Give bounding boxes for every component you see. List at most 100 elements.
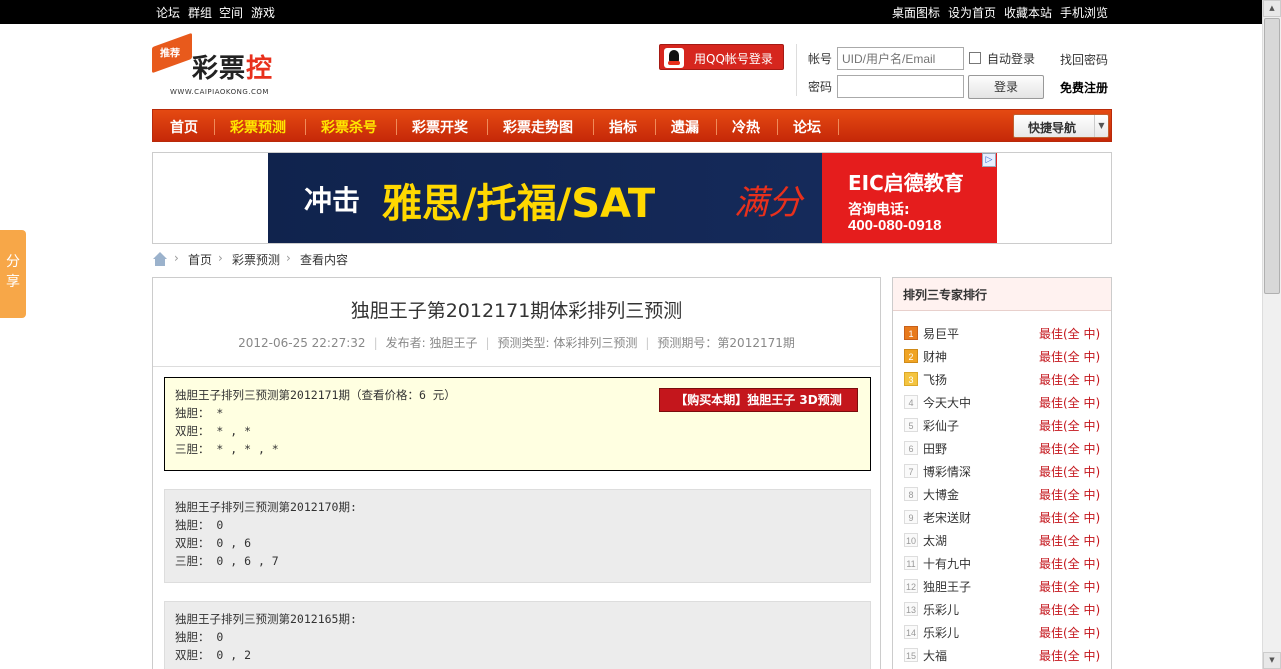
prediction-line: 双胆： 0 , 6 xyxy=(175,536,252,550)
expert-rank-item[interactable]: 15 大福 最佳(全 中) xyxy=(893,645,1111,665)
top-link-mobile[interactable]: 手机浏览 xyxy=(1060,4,1108,21)
expert-rank-item[interactable]: 3 飞扬 最佳(全 中) xyxy=(893,369,1111,389)
adchoices-icon[interactable]: ▷ xyxy=(982,153,996,167)
nav-forum[interactable]: 论坛 xyxy=(793,117,821,137)
top-link-forum[interactable]: 论坛 xyxy=(156,4,180,21)
expert-name[interactable]: 乐彩儿 xyxy=(923,601,959,618)
expert-name[interactable]: 今天大中 xyxy=(923,394,971,411)
prediction-line: 双胆： 0 , 2 xyxy=(175,648,252,662)
nav-indicators[interactable]: 指标 xyxy=(609,117,637,137)
expert-name[interactable]: 飞扬 xyxy=(923,371,947,388)
expert-best-badge[interactable]: 最佳(全 中) xyxy=(1039,417,1100,434)
expert-name[interactable]: 太湖 xyxy=(923,532,947,549)
expert-name[interactable]: 老宋送财 xyxy=(923,509,971,526)
rank-number: 6 xyxy=(904,441,918,455)
expert-rank-item[interactable]: 8 大博金 最佳(全 中) xyxy=(893,484,1111,504)
expert-best-badge[interactable]: 最佳(全 中) xyxy=(1039,601,1100,618)
expert-best-badge[interactable]: 最佳(全 中) xyxy=(1039,532,1100,549)
forgot-password-link[interactable]: 找回密码 xyxy=(1060,51,1108,68)
auto-login-label: 自动登录 xyxy=(987,52,1036,66)
expert-best-badge[interactable]: 最佳(全 中) xyxy=(1039,647,1100,664)
current-prediction-box: 独胆王子排列三预测第2012171期（查看价格：6 元） 独胆： * 双胆： *… xyxy=(164,377,871,471)
breadcrumb-lottery-prediction[interactable]: 彩票预测 xyxy=(232,251,280,268)
expert-best-badge[interactable]: 最佳(全 中) xyxy=(1039,509,1100,526)
expert-name[interactable]: 大福 xyxy=(923,647,947,664)
expert-rank-item[interactable]: 13 乐彩儿 最佳(全 中) xyxy=(893,599,1111,619)
expert-name[interactable]: 博彩情深 xyxy=(923,463,971,480)
nav-hot-cold[interactable]: 冷热 xyxy=(732,117,760,137)
article-author[interactable]: 发布者: 独胆王子 xyxy=(386,336,478,350)
expert-name[interactable]: 独胆王子 xyxy=(923,578,971,595)
past-prediction-heading: 独胆王子排列三预测第2012165期: xyxy=(175,612,357,626)
expert-rank-item[interactable]: 6 田野 最佳(全 中) xyxy=(893,438,1111,458)
breadcrumb-home[interactable]: 首页 xyxy=(188,251,212,268)
expert-rank-item[interactable]: 11 十有九中 最佳(全 中) xyxy=(893,553,1111,573)
top-link-games[interactable]: 游戏 xyxy=(251,4,275,21)
home-icon[interactable] xyxy=(152,252,168,266)
top-link-groups[interactable]: 群组 xyxy=(188,4,212,21)
expert-rank-item[interactable]: 5 彩仙子 最佳(全 中) xyxy=(893,415,1111,435)
login-button[interactable]: 登录 xyxy=(968,75,1044,99)
scroll-down-icon[interactable]: ▼ xyxy=(1263,652,1281,669)
expert-rank-item[interactable]: 14 乐彩儿 最佳(全 中) xyxy=(893,622,1111,642)
top-link-set-homepage[interactable]: 设为首页 xyxy=(948,4,996,21)
site-logo[interactable]: 推荐 彩票控 WWW.CAIPIAOKONG.COM xyxy=(152,32,282,98)
past-prediction-box: 独胆王子排列三预测第2012165期: 独胆： 0 双胆： 0 , 2 xyxy=(164,601,871,669)
rank-number: 2 xyxy=(904,349,918,363)
rank-number: 1 xyxy=(904,326,918,340)
expert-rank-item[interactable]: 10 太湖 最佳(全 中) xyxy=(893,530,1111,550)
password-input[interactable] xyxy=(837,75,964,98)
expert-name[interactable]: 大博金 xyxy=(923,486,959,503)
nav-trend-chart[interactable]: 彩票走势图 xyxy=(503,117,573,137)
logo-url: WWW.CAIPIAOKONG.COM xyxy=(170,88,269,96)
share-tab[interactable]: 分享 xyxy=(0,230,26,318)
account-input[interactable] xyxy=(837,47,964,70)
expert-best-badge[interactable]: 最佳(全 中) xyxy=(1039,555,1100,572)
expert-best-badge[interactable]: 最佳(全 中) xyxy=(1039,348,1100,365)
ad-banner[interactable]: 冲击 雅思/托福/SAT 满分 EIC启德教育 咨询电话: 400-080-09… xyxy=(268,153,997,243)
nav-missing[interactable]: 遗漏 xyxy=(671,117,699,137)
expert-best-badge[interactable]: 最佳(全 中) xyxy=(1039,440,1100,457)
register-link[interactable]: 免费注册 xyxy=(1060,79,1108,96)
buy-prediction-button[interactable]: 【购买本期】独胆王子 3D预测 xyxy=(659,388,858,412)
page-scrollbar[interactable]: ▲ ▼ xyxy=(1262,0,1281,669)
expert-best-badge[interactable]: 最佳(全 中) xyxy=(1039,624,1100,641)
expert-rank-item[interactable]: 9 老宋送财 最佳(全 中) xyxy=(893,507,1111,527)
nav-lottery-draw[interactable]: 彩票开奖 xyxy=(412,117,468,137)
top-link-bookmark[interactable]: 收藏本站 xyxy=(1004,4,1052,21)
top-link-space[interactable]: 空间 xyxy=(219,4,243,21)
nav-home[interactable]: 首页 xyxy=(170,117,198,137)
expert-best-badge[interactable]: 最佳(全 中) xyxy=(1039,371,1100,388)
quick-nav-dropdown[interactable]: 快捷导航 ▼ xyxy=(1013,114,1109,138)
expert-name[interactable]: 易巨平 xyxy=(923,325,959,342)
expert-best-badge[interactable]: 最佳(全 中) xyxy=(1039,325,1100,342)
expert-rank-item[interactable]: 1 易巨平 最佳(全 中) xyxy=(893,323,1111,343)
qq-login-button[interactable]: 用QQ帐号登录 xyxy=(659,44,784,70)
expert-name[interactable]: 财神 xyxy=(923,348,947,365)
expert-name[interactable]: 十有九中 xyxy=(923,555,971,572)
expert-best-badge[interactable]: 最佳(全 中) xyxy=(1039,578,1100,595)
top-link-desktop-icon[interactable]: 桌面图标 xyxy=(892,4,940,21)
expert-name[interactable]: 彩仙子 xyxy=(923,417,959,434)
rank-number: 5 xyxy=(904,418,918,432)
prediction-line: 三胆： 0 , 6 , 7 xyxy=(175,554,279,568)
scroll-up-icon[interactable]: ▲ xyxy=(1263,0,1281,17)
expert-rank-item[interactable]: 12 独胆王子 最佳(全 中) xyxy=(893,576,1111,596)
scrollbar-thumb[interactable] xyxy=(1264,18,1280,294)
auto-login-checkbox[interactable] xyxy=(969,52,981,64)
expert-name[interactable]: 乐彩儿 xyxy=(923,624,959,641)
nav-lottery-prediction[interactable]: 彩票预测 xyxy=(230,117,286,137)
expert-best-badge[interactable]: 最佳(全 中) xyxy=(1039,463,1100,480)
expert-rank-item[interactable]: 7 博彩情深 最佳(全 中) xyxy=(893,461,1111,481)
expert-best-badge[interactable]: 最佳(全 中) xyxy=(1039,394,1100,411)
expert-rank-item[interactable]: 2 财神 最佳(全 中) xyxy=(893,346,1111,366)
prediction-line: 三胆： * , * , * xyxy=(175,442,279,456)
article-meta: 2012-06-25 22:27:32 | 发布者: 独胆王子 | 预测类型: 体彩排列… xyxy=(238,336,795,350)
expert-best-badge[interactable]: 最佳(全 中) xyxy=(1039,486,1100,503)
expert-rank-item[interactable]: 4 今天大中 最佳(全 中) xyxy=(893,392,1111,412)
rank-number: 9 xyxy=(904,510,918,524)
nav-number-elimination[interactable]: 彩票杀号 xyxy=(321,117,377,137)
expert-name[interactable]: 田野 xyxy=(923,440,947,457)
article-issue: 预测期号：第2012171期 xyxy=(657,336,795,350)
password-label: 密码 xyxy=(808,80,833,94)
